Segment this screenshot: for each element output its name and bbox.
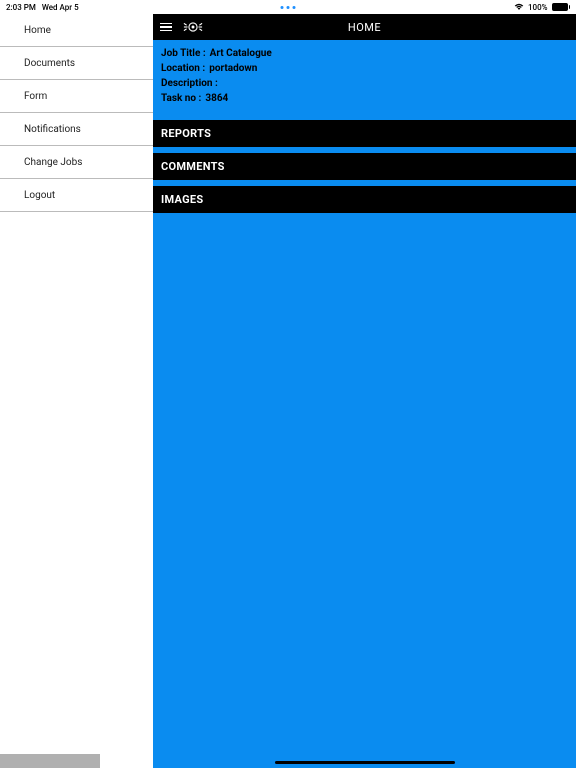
sidebar-item-notifications[interactable]: Notifications [0, 113, 153, 146]
sidebar-footer-strip [0, 754, 100, 768]
status-time: 2:03 PM [6, 3, 36, 12]
wifi-icon [514, 3, 524, 11]
job-info-block: Job Title : Art Catalogue Location : por… [153, 40, 576, 114]
section-images[interactable]: IMAGES [153, 186, 576, 213]
sidebar-item-label: Documents [24, 58, 75, 69]
location-row: Location : portadown [161, 61, 568, 76]
task-no-row: Task no : 3864 [161, 91, 568, 106]
task-no-label: Task no : [161, 91, 201, 106]
sidebar-item-label: Form [24, 91, 47, 102]
sidebar-item-form[interactable]: Form [0, 80, 153, 113]
status-dots [281, 6, 296, 9]
sidebar-item-home[interactable]: Home [0, 14, 153, 47]
description-label: Description : [161, 76, 218, 91]
status-date: Wed Apr 5 [42, 3, 79, 12]
multitask-dot [281, 6, 284, 9]
sidebar-item-label: Logout [24, 190, 55, 201]
battery-icon [552, 3, 571, 11]
multitask-dot [293, 6, 296, 9]
status-right: 100% [514, 3, 570, 12]
menu-icon[interactable] [153, 23, 179, 32]
job-title-label: Job Title : [161, 46, 206, 61]
location-label: Location : [161, 61, 205, 76]
battery-percent: 100% [528, 3, 548, 12]
status-bar: 2:03 PM Wed Apr 5 100% [0, 0, 576, 14]
sidebar-item-label: Change Jobs [24, 157, 82, 168]
location-value: portadown [209, 61, 257, 76]
section-comments[interactable]: COMMENTS [153, 153, 576, 180]
sidebar-item-logout[interactable]: Logout [0, 179, 153, 212]
section-reports[interactable]: REPORTS [153, 120, 576, 147]
sidebar-item-change-jobs[interactable]: Change Jobs [0, 146, 153, 179]
multitask-dot [287, 6, 290, 9]
sidebar-item-label: Notifications [24, 124, 81, 135]
header-bar: HOME [153, 14, 576, 40]
description-row: Description : [161, 76, 568, 91]
job-title-row: Job Title : Art Catalogue [161, 46, 568, 61]
sidebar: Home Documents Form Notifications Change… [0, 14, 153, 768]
page-title: HOME [348, 21, 381, 34]
sidebar-item-documents[interactable]: Documents [0, 47, 153, 80]
status-left: 2:03 PM Wed Apr 5 [6, 3, 79, 12]
main-panel: HOME Job Title : Art Catalogue Location … [153, 14, 576, 768]
sidebar-item-label: Home [24, 25, 51, 36]
logo-icon [183, 20, 203, 34]
job-title-value: Art Catalogue [210, 46, 272, 61]
home-indicator[interactable] [275, 761, 455, 764]
task-no-value: 3864 [205, 91, 228, 106]
